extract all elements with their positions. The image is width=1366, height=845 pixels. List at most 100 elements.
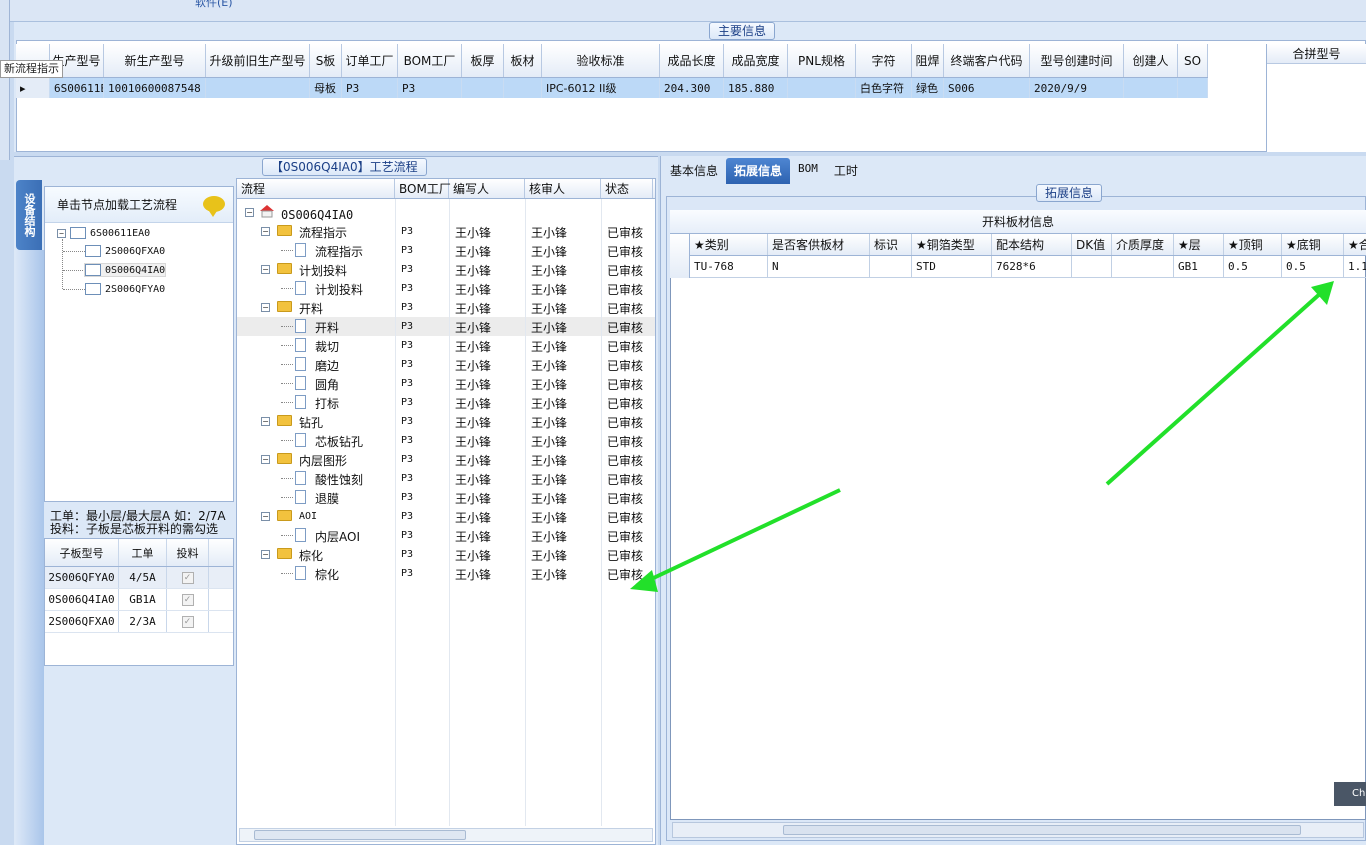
tab-item[interactable]: 基本信息 — [662, 158, 726, 184]
feed-checkbox[interactable]: ✓ — [181, 615, 194, 628]
equipment-structure-tab[interactable]: 设备结构 — [16, 180, 42, 250]
collapse-icon[interactable]: − — [261, 417, 270, 426]
collapse-icon[interactable]: − — [245, 208, 254, 217]
cell[interactable]: 白色字符 — [856, 78, 912, 98]
col-header[interactable]: 订单工厂 — [342, 44, 398, 77]
col-header[interactable]: 创建人 — [1124, 44, 1178, 77]
col-header[interactable]: 配本结构 — [992, 234, 1072, 255]
cell[interactable] — [1178, 78, 1208, 98]
col-header[interactable]: 编写人 — [449, 179, 525, 198]
col-header[interactable]: ★类别 — [690, 234, 768, 255]
collapse-icon[interactable]: − — [261, 227, 270, 236]
col-header[interactable]: BOM工厂 — [395, 179, 451, 198]
cell[interactable]: 0.5 — [1282, 256, 1344, 277]
col-header[interactable]: 标识 — [870, 234, 912, 255]
row-indicator-icon[interactable]: ▸ — [16, 78, 50, 98]
extension-data-row[interactable]: TU-768 N STD 7628*6 GB1 0.5 0.5 1.1 — [690, 256, 1366, 278]
cell[interactable]: 6S00611EA0 — [50, 78, 104, 98]
process-step-row[interactable]: 棕化 P3 王小锋 王小锋 已审核 — [237, 564, 655, 583]
cell[interactable] — [1112, 256, 1174, 277]
structure-child[interactable]: 2S006QFYA0 — [85, 283, 165, 295]
cell[interactable]: 1.1 — [1344, 256, 1366, 277]
child-table-row[interactable]: 0S006Q4IA0 GB1A ✓ — [45, 589, 233, 611]
cell[interactable]: TU-768 — [690, 256, 768, 277]
col-header[interactable]: 介质厚度 — [1112, 234, 1174, 255]
cell[interactable]: GB1 — [1174, 256, 1224, 277]
col-header[interactable]: 板材 — [504, 44, 542, 77]
process-group-row[interactable]: − 计划投料 P3 王小锋 王小锋 已审核 — [237, 260, 655, 279]
col-header[interactable]: 终端客户代码 — [944, 44, 1030, 77]
scroll-thumb[interactable] — [783, 825, 1301, 835]
col-header[interactable]: 子板型号 — [45, 539, 119, 566]
process-group-row[interactable]: − 棕化 P3 王小锋 王小锋 已审核 — [237, 545, 655, 564]
col-header[interactable]: ★铜箔类型 — [912, 234, 992, 255]
cell[interactable]: 185.880 — [724, 78, 788, 98]
collapse-icon[interactable]: − — [261, 303, 270, 312]
col-header[interactable]: 成品宽度 — [724, 44, 788, 77]
cell[interactable]: STD — [912, 256, 992, 277]
tab-item[interactable]: BOM — [790, 158, 826, 184]
child-table-row[interactable]: 2S006QFYA0 4/5A ✓ — [45, 567, 233, 589]
process-group-row[interactable]: − AOI P3 王小锋 王小锋 已审核 — [237, 507, 655, 526]
col-header[interactable]: 投料 — [167, 539, 209, 566]
col-header[interactable]: 流程 — [237, 179, 395, 198]
cell[interactable]: 204.300 — [660, 78, 724, 98]
corner-button[interactable]: Ch — [1334, 782, 1366, 806]
cell[interactable] — [462, 78, 504, 98]
tab-active[interactable]: 拓展信息 — [726, 158, 791, 184]
cell[interactable] — [504, 78, 542, 98]
col-header[interactable]: 状态 — [601, 179, 653, 198]
col-header[interactable]: ★层 — [1174, 234, 1224, 255]
col-header[interactable]: 新生产型号 — [104, 44, 206, 77]
process-step-row[interactable]: 打标 P3 王小锋 王小锋 已审核 — [237, 393, 655, 412]
collapse-icon[interactable]: − — [261, 455, 270, 464]
cell[interactable]: 母板 — [310, 78, 342, 98]
tab-item[interactable]: 工时 — [826, 158, 866, 184]
col-header[interactable]: DK值 — [1072, 234, 1112, 255]
process-step-row[interactable]: 芯板钻孔 P3 王小锋 王小锋 已审核 — [237, 431, 655, 450]
collapse-icon[interactable]: − — [261, 550, 270, 559]
col-header[interactable]: 板厚 — [462, 44, 504, 77]
structure-root[interactable]: − 6S00611EA0 — [57, 227, 150, 239]
cell[interactable] — [206, 78, 310, 98]
process-step-row[interactable]: 流程指示 P3 王小锋 王小锋 已审核 — [237, 241, 655, 260]
process-root-row[interactable]: − 0S006Q4IA0 — [237, 203, 655, 222]
child-table-row[interactable]: 2S006QFXA0 2/3A ✓ — [45, 611, 233, 633]
cell[interactable]: P3 — [398, 78, 462, 98]
extension-hscrollbar[interactable] — [672, 822, 1364, 838]
col-header[interactable]: 是否客供板材 — [768, 234, 870, 255]
process-step-row[interactable]: 计划投料 P3 王小锋 王小锋 已审核 — [237, 279, 655, 298]
process-step-row[interactable]: 裁切 P3 王小锋 王小锋 已审核 — [237, 336, 655, 355]
scroll-thumb[interactable] — [254, 830, 466, 840]
cell[interactable]: 10010600087548 — [104, 78, 206, 98]
cell[interactable]: 2020/9/9 — [1030, 78, 1124, 98]
process-step-row[interactable]: 退膜 P3 王小锋 王小锋 已审核 — [237, 488, 655, 507]
col-header[interactable]: S板 — [310, 44, 342, 77]
menu-fragment[interactable]: 软件(E) — [195, 0, 233, 10]
col-header[interactable]: 阻焊 — [912, 44, 944, 77]
process-step-row[interactable]: 磨边 P3 王小锋 王小锋 已审核 — [237, 355, 655, 374]
cell[interactable] — [1124, 78, 1178, 98]
col-header[interactable]: ★底铜 — [1282, 234, 1344, 255]
cell[interactable]: 0.5 — [1224, 256, 1282, 277]
collapse-icon[interactable]: − — [261, 512, 270, 521]
col-header[interactable]: 验收标准 — [542, 44, 660, 77]
col-header[interactable]: 核审人 — [525, 179, 601, 198]
cell[interactable]: IPC-6012 II级 — [542, 78, 660, 98]
col-header[interactable]: 字符 — [856, 44, 912, 77]
col-header[interactable]: BOM工厂 — [398, 44, 462, 77]
cell[interactable] — [870, 256, 912, 277]
col-header[interactable]: ★顶铜 — [1224, 234, 1282, 255]
cell[interactable] — [1072, 256, 1112, 277]
col-header[interactable]: 升级前旧生产型号 — [206, 44, 310, 77]
col-header[interactable]: 工单 — [119, 539, 167, 566]
cell[interactable] — [788, 78, 856, 98]
cell[interactable]: N — [768, 256, 870, 277]
cell[interactable]: S006 — [944, 78, 1030, 98]
feed-checkbox[interactable]: ✓ — [181, 571, 194, 584]
process-group-row[interactable]: − 钻孔 P3 王小锋 王小锋 已审核 — [237, 412, 655, 431]
collapse-icon[interactable]: − — [57, 228, 66, 238]
col-header[interactable]: PNL规格 — [788, 44, 856, 77]
process-group-row[interactable]: − 开料 P3 王小锋 王小锋 已审核 — [237, 298, 655, 317]
process-step-row[interactable]: 开料 P3 王小锋 王小锋 已审核 — [237, 317, 655, 336]
